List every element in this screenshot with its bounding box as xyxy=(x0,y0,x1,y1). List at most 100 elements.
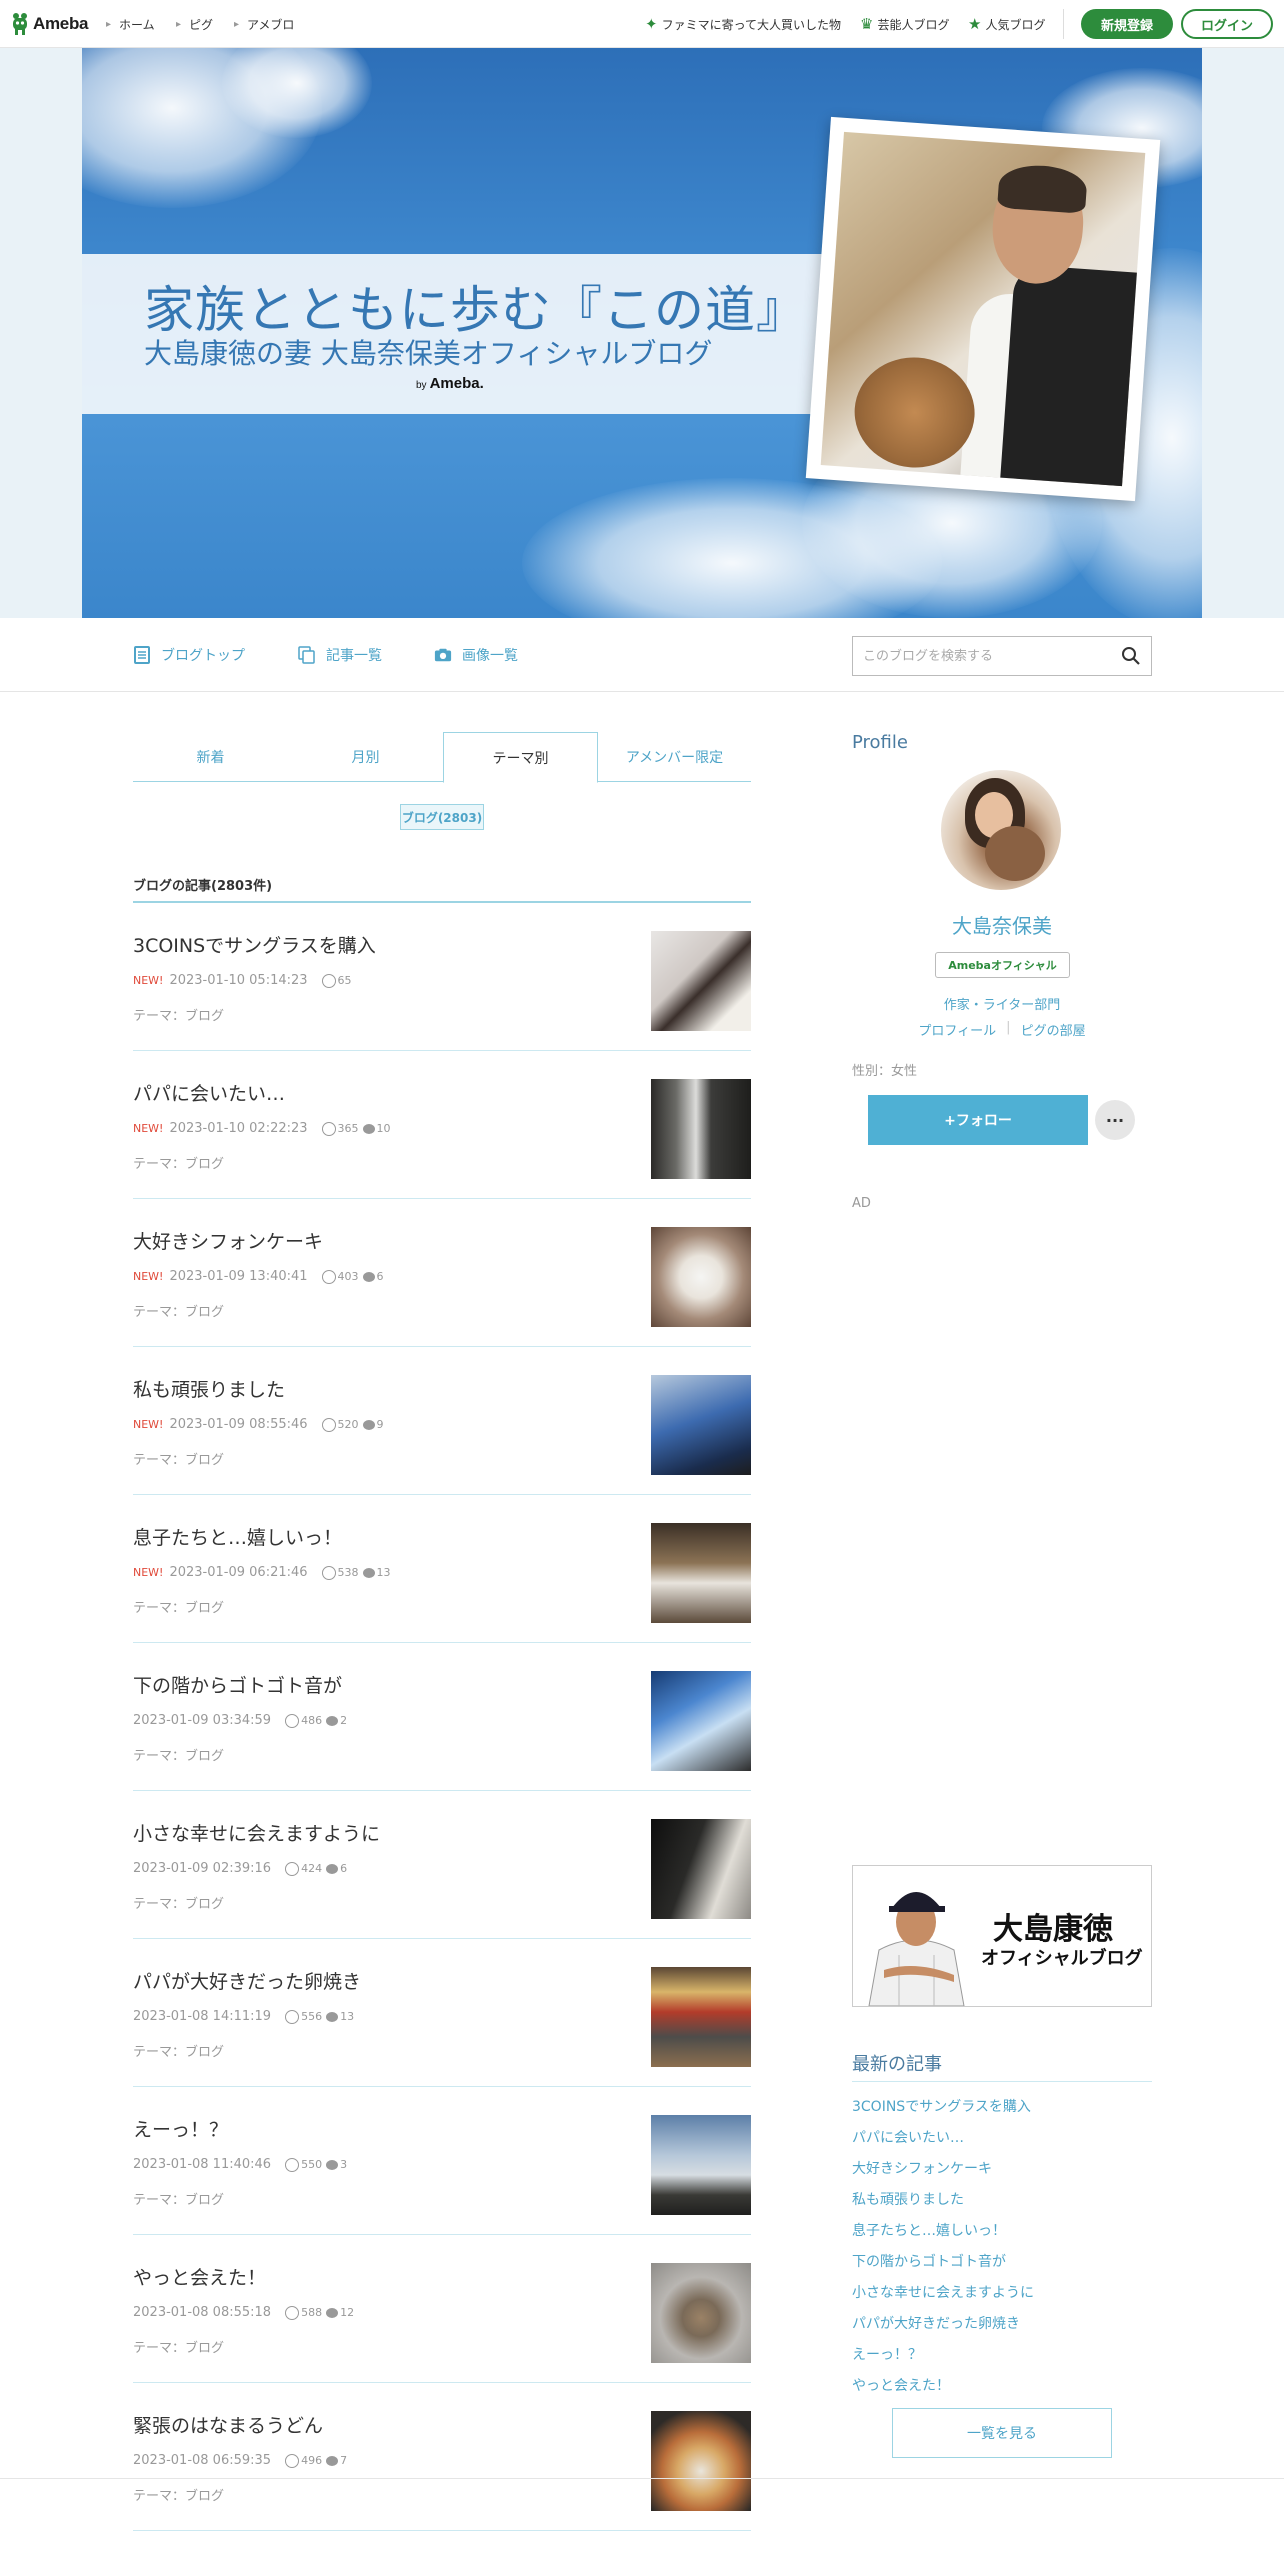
nav-image-list[interactable]: 画像一覧 xyxy=(434,618,518,692)
tab-theme[interactable]: テーマ別 xyxy=(443,732,598,783)
recent-article-link[interactable]: パパが大好きだった卵焼き xyxy=(852,2313,1020,2333)
nav-article-list[interactable]: 記事一覧 xyxy=(298,618,382,692)
article-row[interactable]: 私も頑張りました NEW! 2023-01-09 08:55:46 520 9 テーマ：ブ… xyxy=(133,1347,751,1495)
article-row[interactable]: 小さな幸せに会えますように 2023-01-09 02:39:16 424 6 テーマ：… xyxy=(133,1791,751,1939)
article-row[interactable]: えーっ！？ 2023-01-08 11:40:46 550 3 テーマ：ブログ xyxy=(133,2087,751,2235)
profile-link[interactable]: プロフィール xyxy=(918,1020,996,1039)
article-title[interactable]: 私も頑張りました xyxy=(133,1375,285,1402)
article-thumbnail[interactable] xyxy=(651,1079,751,1179)
article-title[interactable]: 下の階からゴトゴト音が xyxy=(133,1671,342,1698)
article-meta: 2023-01-08 08:55:18 588 12 xyxy=(133,2305,354,2320)
login-button[interactable]: ログイン xyxy=(1181,9,1273,39)
reaction-counts: 496 7 xyxy=(285,2453,347,2468)
recent-article-link[interactable]: 私も頑張りました xyxy=(852,2189,964,2209)
article-meta: 2023-01-09 02:39:16 424 6 xyxy=(133,1861,347,1876)
like-smile-icon xyxy=(321,1565,336,1580)
celebrity-blog-link[interactable]: ♛ 芸能人ブログ xyxy=(860,0,949,48)
comment-count: 9 xyxy=(376,1418,384,1431)
article-title[interactable]: 3COINSでサングラスを購入 xyxy=(133,931,376,958)
follow-button[interactable]: +フォロー xyxy=(868,1095,1088,1145)
register-button[interactable]: 新規登録 xyxy=(1081,9,1173,39)
article-theme[interactable]: テーマ：ブログ xyxy=(133,2189,224,2208)
article-row[interactable]: 3COINSでサングラスを購入 NEW! 2023-01-10 05:14:23 65… xyxy=(133,903,751,1051)
article-theme[interactable]: テーマ：ブログ xyxy=(133,2041,224,2060)
chevron-right-icon: ▸ xyxy=(234,18,240,30)
article-row[interactable]: 下の階からゴトゴト音が 2023-01-09 03:34:59 486 2 テーマ：ブロ… xyxy=(133,1643,751,1791)
article-thumbnail[interactable] xyxy=(651,2263,751,2363)
theme-filter-pill[interactable]: ブログ(2803) xyxy=(400,804,484,830)
by-label: by xyxy=(416,380,427,391)
recent-article-link[interactable]: 下の階からゴトゴト音が xyxy=(852,2251,1006,2271)
article-thumbnail[interactable] xyxy=(651,1523,751,1623)
article-row[interactable]: パパが大好きだった卵焼き 2023-01-08 14:11:19 556 13 テーマ：… xyxy=(133,1939,751,2087)
article-thumbnail[interactable] xyxy=(651,1671,751,1771)
article-theme[interactable]: テーマ：ブログ xyxy=(133,1005,224,1024)
article-theme[interactable]: テーマ：ブログ xyxy=(133,1449,224,1468)
recent-article-link[interactable]: 3COINSでサングラスを購入 xyxy=(852,2096,1031,2116)
article-thumbnail[interactable] xyxy=(651,1819,751,1919)
recent-article-link[interactable]: 小さな幸せに会えますように xyxy=(852,2282,1034,2302)
nav-pigg[interactable]: ▸ ピグ xyxy=(176,0,213,48)
oshima-yasunori-blog-banner[interactable]: 大島康徳 オフィシャルブログ xyxy=(852,1865,1152,2007)
recent-article-link[interactable]: パパに会いたい… xyxy=(852,2127,964,2147)
article-title[interactable]: 息子たちと…嬉しいっ！ xyxy=(133,1523,342,1550)
nav-home-label: ホーム xyxy=(119,17,155,32)
popular-blog-link[interactable]: ★ 人気ブログ xyxy=(968,0,1045,48)
recent-article-link[interactable]: えーっ！？ xyxy=(852,2344,922,2364)
profile-category[interactable]: 作家・ライター部門 xyxy=(852,994,1152,1013)
article-thumbnail[interactable] xyxy=(651,2115,751,2215)
nav-home[interactable]: ▸ ホーム xyxy=(106,0,155,48)
article-title[interactable]: 緊張のはなまるうどん xyxy=(133,2411,323,2438)
article-thumbnail[interactable] xyxy=(651,2411,751,2511)
article-title[interactable]: えーっ！？ xyxy=(133,2115,228,2142)
tab-new[interactable]: 新着 xyxy=(133,732,288,782)
article-theme[interactable]: テーマ：ブログ xyxy=(133,1893,224,1912)
article-thumbnail[interactable] xyxy=(651,1375,751,1475)
recent-article-link[interactable]: やっと会えた！ xyxy=(852,2375,950,2395)
blog-header-image[interactable]: 家族とともに歩む『この道』 大島康徳の妻 大島奈保美オフィシャルブログ by Am… xyxy=(82,48,1202,618)
banner-subtitle: オフィシャルブログ xyxy=(981,1948,1143,1969)
nav-blog-top[interactable]: ブログトップ xyxy=(133,618,245,692)
article-title[interactable]: パパに会いたい… xyxy=(133,1079,285,1106)
article-thumbnail[interactable] xyxy=(651,1967,751,2067)
article-row[interactable]: 緊張のはなまるうどん 2023-01-08 06:59:35 496 7 テーマ：ブログ xyxy=(133,2383,751,2531)
article-row[interactable]: パパに会いたい… NEW! 2023-01-10 02:22:23 365 10 テーマ：… xyxy=(133,1051,751,1199)
pigg-room-link[interactable]: ピグの部屋 xyxy=(1021,1020,1086,1039)
trend-link[interactable]: ✦ ファミマに寄って大人買いした物 xyxy=(645,0,841,48)
article-theme[interactable]: テーマ：ブログ xyxy=(133,1597,224,1616)
recent-article-link[interactable]: 息子たちと…嬉しいっ！ xyxy=(852,2220,1006,2240)
article-title[interactable]: パパが大好きだった卵焼き xyxy=(133,1967,361,1994)
comment-icon xyxy=(326,2011,339,2022)
article-date: 2023-01-08 08:55:18 xyxy=(133,2305,272,2320)
avatar[interactable] xyxy=(941,770,1061,890)
new-badge: NEW! xyxy=(133,1418,164,1431)
more-button[interactable]: ··· xyxy=(1095,1100,1135,1140)
search-icon[interactable] xyxy=(1121,646,1141,666)
ameba-logo[interactable]: Ameba xyxy=(11,12,88,36)
article-row[interactable]: 息子たちと…嬉しいっ！ NEW! 2023-01-09 06:21:46 538 13 テ… xyxy=(133,1495,751,1643)
article-title[interactable]: やっと会えた！ xyxy=(133,2263,266,2290)
article-theme[interactable]: テーマ：ブログ xyxy=(133,2337,224,2356)
article-theme[interactable]: テーマ：ブログ xyxy=(133,1301,224,1320)
article-title[interactable]: 大好きシフォンケーキ xyxy=(133,1227,323,1254)
article-theme[interactable]: テーマ：ブログ xyxy=(133,1745,224,1764)
nav-ameblo[interactable]: ▸ アメブロ xyxy=(234,0,294,48)
tab-monthly[interactable]: 月別 xyxy=(288,732,443,782)
profile-gender: 性別：女性 xyxy=(852,1064,918,1079)
article-title[interactable]: 小さな幸せに会えますように xyxy=(133,1819,380,1846)
article-date: 2023-01-09 08:55:46 xyxy=(169,1417,308,1432)
camera-icon xyxy=(434,646,452,664)
global-header: Ameba ▸ ホーム ▸ ピグ ▸ アメブロ ✦ ファミマに寄って大人買いした物 ♛ 芸… xyxy=(0,0,1284,48)
article-theme[interactable]: テーマ：ブログ xyxy=(133,2485,224,2504)
article-date: 2023-01-08 06:59:35 xyxy=(133,2453,272,2468)
article-thumbnail[interactable] xyxy=(651,931,751,1031)
article-row[interactable]: 大好きシフォンケーキ NEW! 2023-01-09 13:40:41 403 6 テーマ… xyxy=(133,1199,751,1347)
tab-amember[interactable]: アメンバー限定 xyxy=(597,732,752,782)
article-thumbnail[interactable] xyxy=(651,1227,751,1327)
profile-name[interactable]: 大島奈保美 xyxy=(852,910,1152,939)
search-input[interactable] xyxy=(853,637,1103,675)
article-theme[interactable]: テーマ：ブログ xyxy=(133,1153,224,1172)
recent-article-link[interactable]: 大好きシフォンケーキ xyxy=(852,2158,992,2178)
see-all-button[interactable]: 一覧を見る xyxy=(892,2408,1112,2458)
article-row[interactable]: やっと会えた！ 2023-01-08 08:55:18 588 12 テーマ：ブログ xyxy=(133,2235,751,2383)
